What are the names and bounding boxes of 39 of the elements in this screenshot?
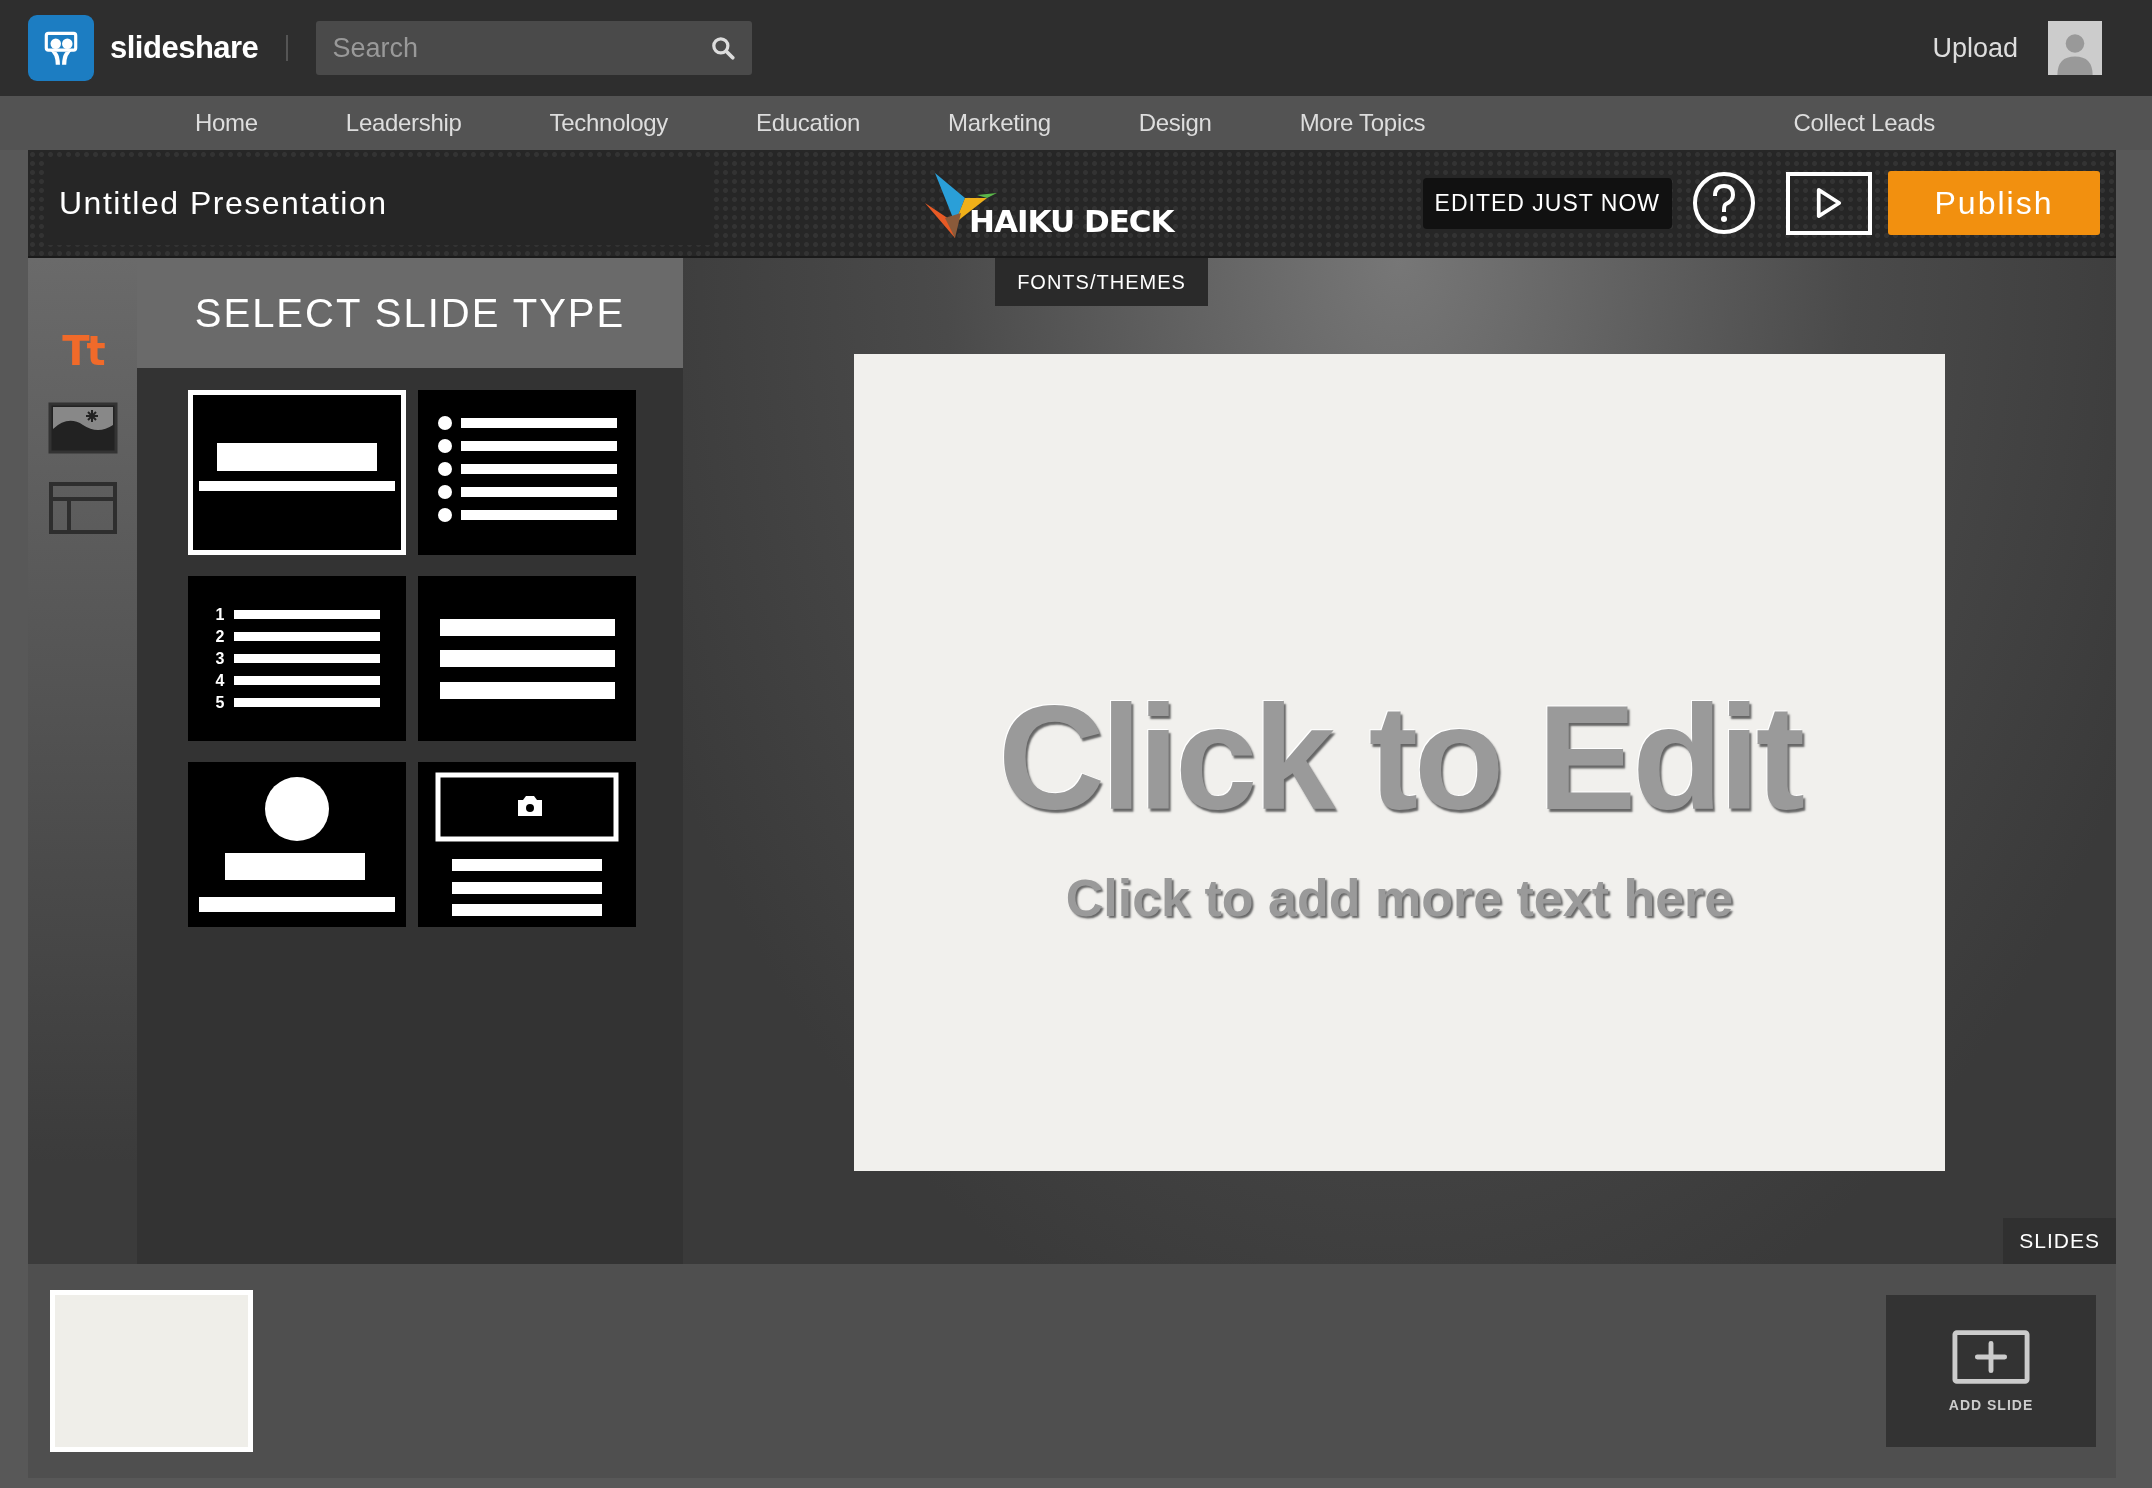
slides-tab[interactable]: SLIDES — [2003, 1218, 2116, 1264]
slide-type-option[interactable] — [188, 762, 406, 927]
nav-link[interactable]: Marketing — [948, 109, 1051, 137]
nav-link[interactable]: Collect Leads — [1793, 109, 1935, 137]
slide-type-option[interactable] — [418, 576, 636, 741]
slide-type-option[interactable]: 1 2 3 4 5 — [188, 576, 406, 741]
upload-link[interactable]: Upload — [1932, 32, 2018, 64]
play-button[interactable] — [1786, 171, 1872, 235]
nav-link[interactable]: More Topics — [1299, 109, 1426, 137]
search-icon[interactable] — [710, 35, 737, 61]
search-field[interactable]: Search — [316, 21, 753, 75]
nav-link[interactable]: Leadership — [345, 109, 462, 137]
slide-type-option[interactable] — [418, 390, 636, 555]
profile-layout-icon — [199, 777, 395, 912]
photo-layout-icon — [435, 771, 619, 918]
list-number: 4 — [214, 671, 226, 690]
slide-thumbnail[interactable] — [50, 1290, 253, 1452]
list-number: 2 — [214, 627, 226, 646]
slide-type-option[interactable] — [418, 762, 636, 927]
brand-name[interactable]: slideshare — [110, 30, 259, 66]
text-lines-icon — [439, 618, 615, 699]
nav-link[interactable]: Design — [1138, 109, 1212, 137]
fonts-themes-tab[interactable]: FONTS/THEMES — [995, 258, 1208, 306]
nav-link[interactable]: Home — [195, 109, 258, 137]
edit-status-badge: EDITED JUST NOW — [1422, 177, 1672, 229]
play-icon — [1815, 187, 1843, 219]
list-number: 3 — [214, 649, 226, 668]
logo-text: HAIKU DECK — [969, 203, 1174, 239]
title-field[interactable]: Untitled Presentation — [45, 161, 710, 245]
list-number: 5 — [214, 693, 226, 712]
add-slide-button[interactable]: ADD SLIDE — [1886, 1295, 2096, 1447]
nav-link[interactable]: Technology — [549, 109, 668, 137]
panel-title: SELECT SLIDE TYPE — [194, 290, 626, 336]
help-icon[interactable] — [1692, 171, 1756, 235]
logo-icon[interactable] — [28, 15, 94, 81]
add-icon — [1952, 1329, 2030, 1385]
image-tool-icon[interactable] — [47, 402, 118, 454]
nav-link[interactable]: Education — [756, 109, 861, 137]
list-number: 1 — [214, 605, 226, 624]
